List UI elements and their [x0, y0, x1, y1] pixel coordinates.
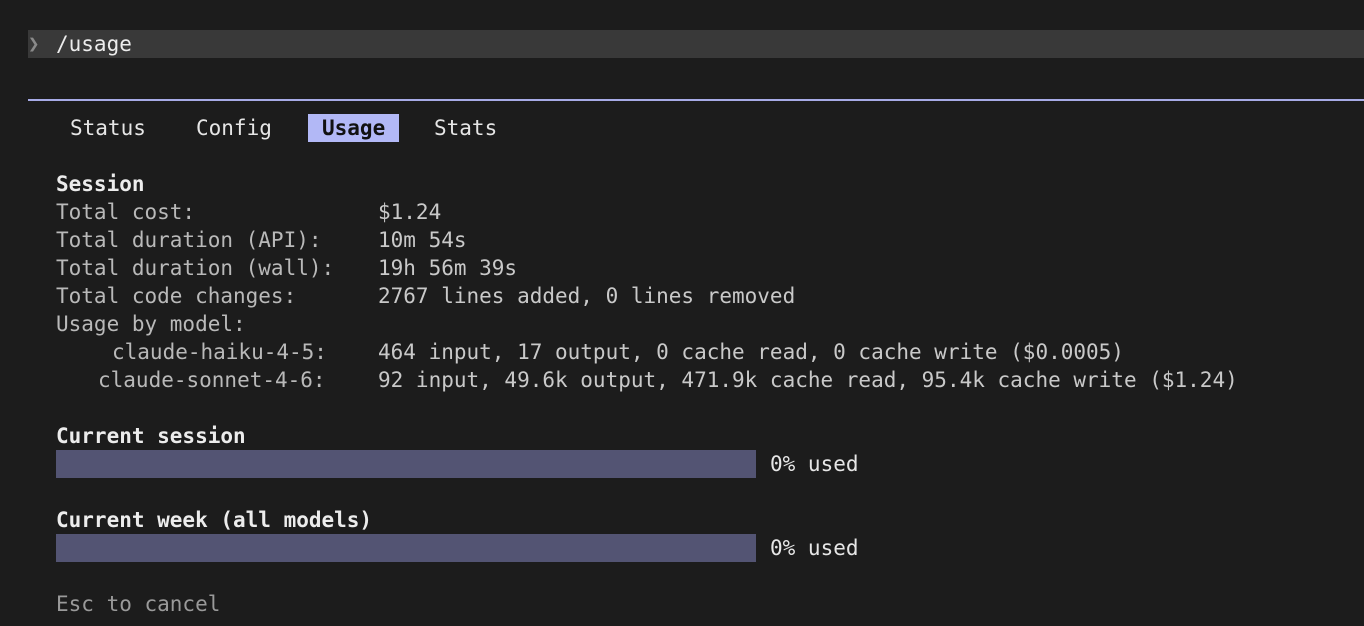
tab-usage[interactable]: Usage [308, 114, 400, 142]
duration-wall-label: Total duration (wall): [56, 256, 335, 280]
current-session-used-label: 0% used [770, 452, 859, 476]
session-heading: Session [56, 172, 145, 196]
current-week-heading: Current week (all models) [56, 508, 373, 532]
code-changes-label: Total code changes: [56, 284, 297, 308]
esc-to-cancel-hint: Esc to cancel [56, 592, 221, 616]
prompt-chevron-icon: ❯ [28, 33, 40, 55]
code-changes-value: 2767 lines added, 0 lines removed [378, 284, 796, 308]
model-name: claude-sonnet-4-6: [98, 368, 326, 392]
prompt-command[interactable]: /usage [56, 30, 132, 58]
duration-wall-value: 19h 56m 39s [378, 256, 518, 280]
tab-config[interactable]: Config [196, 114, 272, 142]
current-session-heading: Current session [56, 424, 246, 448]
model-usage-value: 92 input, 49.6k output, 471.9k cache rea… [378, 368, 1238, 392]
current-session-progress-bar [56, 450, 756, 478]
tab-status[interactable]: Status [70, 114, 146, 142]
usage-by-model-label: Usage by model: [56, 312, 246, 336]
total-cost-label: Total cost: [56, 200, 196, 224]
model-usage-value: 464 input, 17 output, 0 cache read, 0 ca… [378, 340, 1124, 364]
prompt-bar [28, 30, 1364, 58]
current-week-used-label: 0% used [770, 536, 859, 560]
tab-stats[interactable]: Stats [434, 114, 497, 142]
current-week-progress-bar [56, 534, 756, 562]
model-name: claude-haiku-4-5: [112, 340, 327, 364]
total-cost-value: $1.24 [378, 200, 442, 224]
duration-api-label: Total duration (API): [56, 228, 322, 252]
panel-divider [28, 99, 1364, 101]
duration-api-value: 10m 54s [378, 228, 467, 252]
